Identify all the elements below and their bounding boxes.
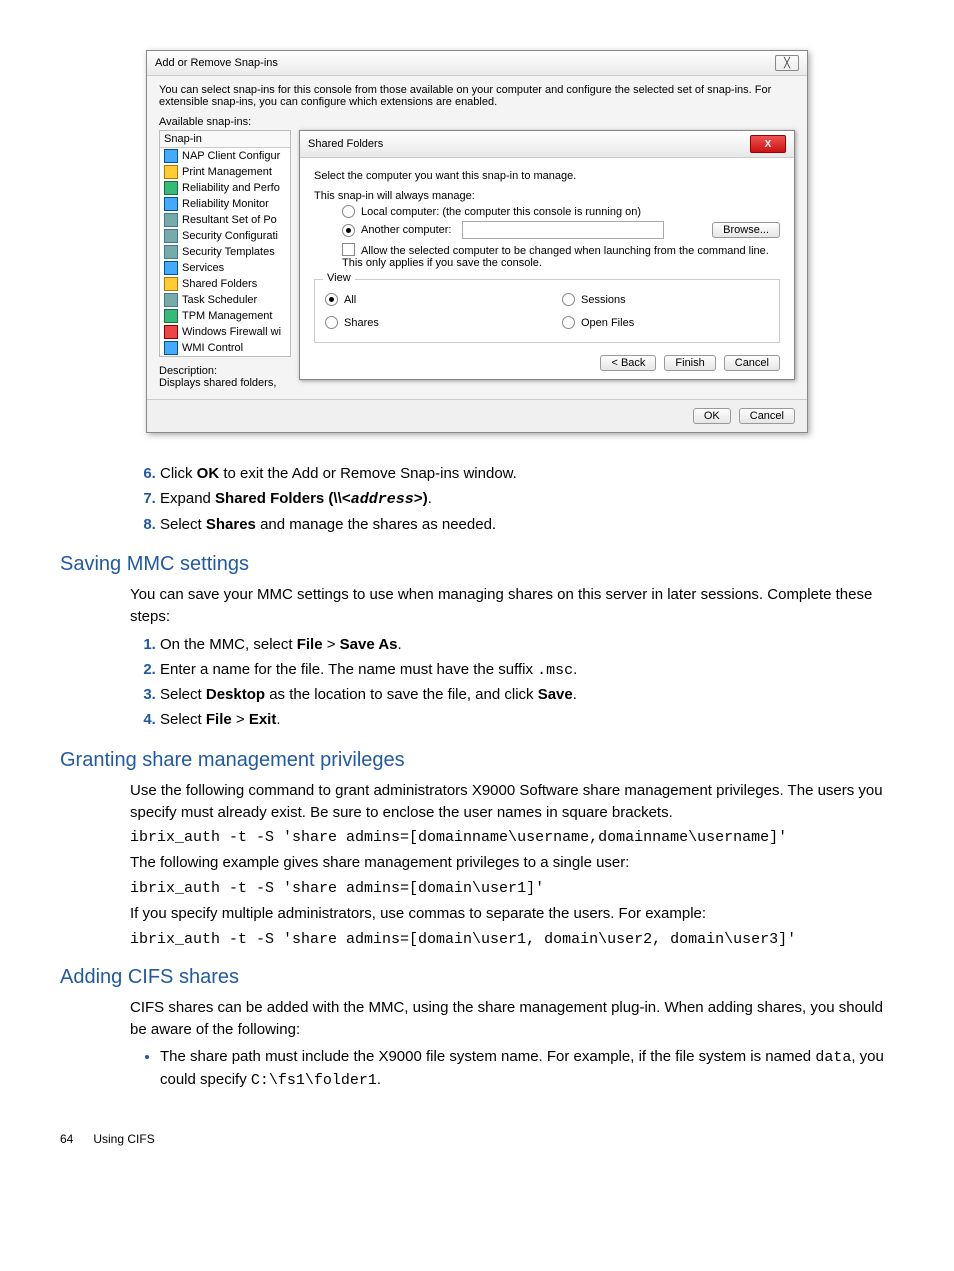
- radio-local[interactable]: [342, 205, 355, 218]
- screenshot-add-remove-snapins: Add or Remove Snap-ins ╳ You can select …: [146, 50, 808, 433]
- inner-title: Shared Folders: [308, 138, 383, 150]
- snapin-listbox[interactable]: Snap-in NAP Client Configur Print Manage…: [159, 130, 291, 357]
- rsop-icon: [164, 213, 178, 227]
- radio-all[interactable]: [325, 293, 338, 306]
- step-1: On the MMC, select File > Save As.: [160, 634, 894, 656]
- dialog-intro: You can select snap-ins for this console…: [159, 84, 795, 108]
- perf-icon: [164, 181, 178, 195]
- nap-icon: [164, 149, 178, 163]
- cancel-button[interactable]: Cancel: [724, 355, 780, 371]
- shared-folders-wizard: Shared Folders X Select the computer you…: [299, 130, 795, 380]
- step-7: Expand Shared Folders (\\<address>).: [160, 488, 894, 511]
- radio-another-label: Another computer:: [361, 224, 452, 236]
- view-legend: View: [323, 272, 355, 284]
- list-item: Reliability and Perfo: [160, 180, 290, 196]
- clock-icon: [164, 293, 178, 307]
- command-example-2: ibrix_auth -t -S 'share admins=[domain\u…: [130, 880, 894, 897]
- services-icon: [164, 261, 178, 275]
- paragraph: If you specify multiple administrators, …: [130, 903, 894, 925]
- allow-change-checkbox[interactable]: [342, 243, 355, 256]
- page-number: 64: [60, 1132, 90, 1146]
- step-8: Select Shares and manage the shares as n…: [160, 514, 894, 536]
- dialog-title: Add or Remove Snap-ins: [155, 57, 278, 69]
- printer-icon: [164, 165, 178, 179]
- list-item: Resultant Set of Po: [160, 212, 290, 228]
- list-item: Services: [160, 260, 290, 276]
- cancel-button[interactable]: Cancel: [739, 408, 795, 424]
- computer-name-input[interactable]: [462, 221, 664, 239]
- step-2: Enter a name for the file. The name must…: [160, 659, 894, 682]
- available-snapins-label: Available snap-ins:: [159, 116, 795, 128]
- command-example-1: ibrix_auth -t -S 'share admins=[domainna…: [130, 829, 894, 846]
- close-icon[interactable]: ╳: [775, 55, 799, 71]
- paragraph: Use the following command to grant admin…: [130, 780, 894, 824]
- manage-label: This snap-in will always manage:: [314, 190, 780, 202]
- page-footer: 64 Using CIFS: [60, 1132, 894, 1146]
- list-item: Reliability Monitor: [160, 196, 290, 212]
- description-label: Description:: [159, 365, 289, 377]
- bullet-list: The share path must include the X9000 fi…: [60, 1046, 894, 1092]
- list-item: Security Configurati: [160, 228, 290, 244]
- radio-shares[interactable]: [325, 316, 338, 329]
- section-granting-privileges: Granting share management privileges: [60, 749, 894, 772]
- finish-button[interactable]: Finish: [664, 355, 715, 371]
- list-item: Windows Firewall wi: [160, 324, 290, 340]
- back-button[interactable]: < Back: [600, 355, 656, 371]
- chapter-title: Using CIFS: [93, 1132, 154, 1146]
- view-groupbox: View All Sessions Shares Open Files: [314, 279, 780, 343]
- wmi-icon: [164, 341, 178, 355]
- step-4: Select File > Exit.: [160, 709, 894, 731]
- instruction-text: Select the computer you want this snap-i…: [314, 170, 780, 182]
- security-icon: [164, 229, 178, 243]
- steps-continued: Click OK to exit the Add or Remove Snap-…: [60, 463, 894, 535]
- steps-saving: On the MMC, select File > Save As. Enter…: [60, 634, 894, 731]
- list-item: Task Scheduler: [160, 292, 290, 308]
- section-saving-mmc: Saving MMC settings: [60, 553, 894, 576]
- radio-local-label: Local computer: (the computer this conso…: [361, 206, 641, 218]
- firewall-icon: [164, 325, 178, 339]
- list-header: Snap-in: [160, 131, 290, 148]
- monitor-icon: [164, 197, 178, 211]
- radio-another[interactable]: [342, 224, 355, 237]
- tpm-icon: [164, 309, 178, 323]
- paragraph: The following example gives share manage…: [130, 852, 894, 874]
- close-icon[interactable]: X: [750, 135, 786, 153]
- browse-button[interactable]: Browse...: [712, 222, 780, 238]
- radio-openfiles[interactable]: [562, 316, 575, 329]
- list-item: NAP Client Configur: [160, 148, 290, 164]
- section-adding-cifs: Adding CIFS shares: [60, 966, 894, 989]
- step-6: Click OK to exit the Add or Remove Snap-…: [160, 463, 894, 485]
- radio-sessions[interactable]: [562, 293, 575, 306]
- list-item: Shared Folders: [160, 276, 290, 292]
- list-item: Print Management: [160, 164, 290, 180]
- step-3: Select Desktop as the location to save t…: [160, 684, 894, 706]
- list-item: TPM Management: [160, 308, 290, 324]
- list-item: WMI Control: [160, 340, 290, 356]
- paragraph: CIFS shares can be added with the MMC, u…: [130, 997, 894, 1041]
- command-example-3: ibrix_auth -t -S 'share admins=[domain\u…: [130, 931, 894, 948]
- shared-folders-icon: [164, 277, 178, 291]
- list-item: Security Templates: [160, 244, 290, 260]
- bullet-item: The share path must include the X9000 fi…: [160, 1046, 894, 1092]
- section-intro: You can save your MMC settings to use wh…: [130, 584, 894, 628]
- templates-icon: [164, 245, 178, 259]
- description-text: Displays shared folders,: [159, 377, 289, 389]
- ok-button[interactable]: OK: [693, 408, 731, 424]
- allow-change-label: Allow the selected computer to be change…: [342, 245, 769, 269]
